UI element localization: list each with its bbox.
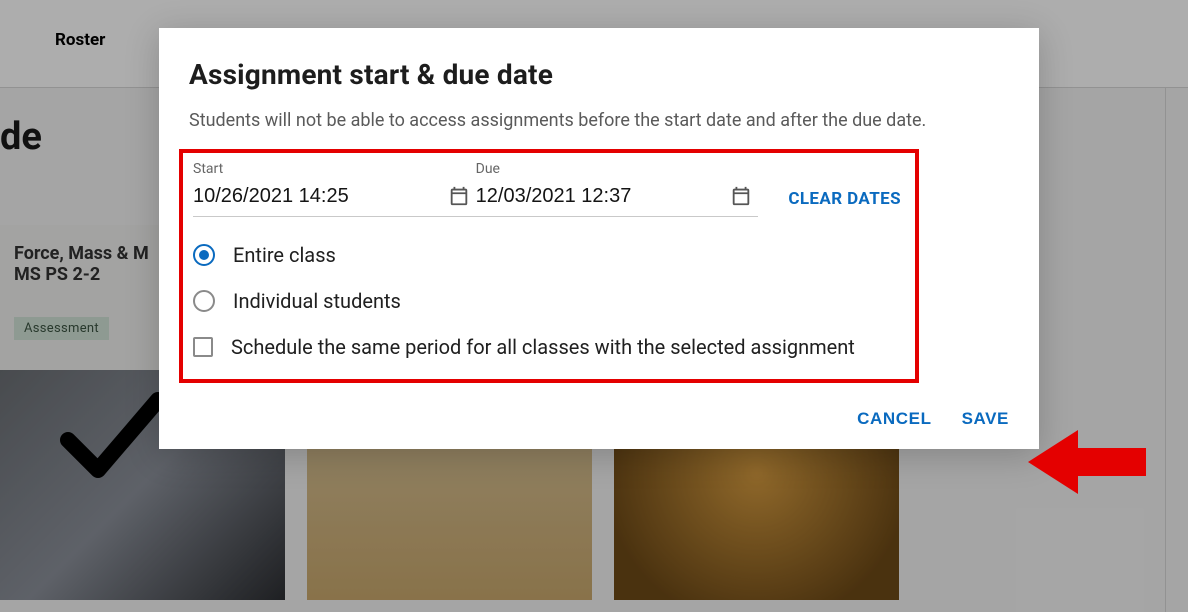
checkmark-icon [48, 380, 168, 504]
tab-roster[interactable]: Roster [55, 30, 105, 50]
save-button[interactable]: SAVE [962, 409, 1009, 429]
schedule-all-classes-label: Schedule the same period for all classes… [231, 335, 855, 359]
calendar-icon[interactable] [730, 185, 752, 207]
due-date-label: Due [476, 161, 759, 177]
modal-title: Assignment start & due date [189, 58, 1009, 91]
modal-description: Students will not be able to access assi… [189, 107, 1009, 135]
calendar-icon[interactable] [448, 185, 470, 207]
audience-radio-group: Entire class Individual students [193, 243, 901, 313]
annotation-arrow-icon [1028, 422, 1148, 502]
annotation-highlight-box: Start Due CLEAR DATES [179, 149, 919, 383]
due-date-input[interactable] [476, 185, 731, 208]
radio-individual-students[interactable] [193, 290, 215, 312]
assessment-badge: Assessment [14, 317, 109, 340]
right-divider [1165, 88, 1166, 612]
radio-entire-class-label: Entire class [233, 243, 336, 267]
page-title: de [0, 115, 42, 159]
assignment-date-modal: Assignment start & due date Students wil… [159, 28, 1039, 449]
radio-individual-students-label: Individual students [233, 289, 401, 313]
clear-dates-button[interactable]: CLEAR DATES [788, 189, 901, 209]
schedule-all-classes-checkbox[interactable] [193, 337, 213, 357]
start-date-column: Start [193, 161, 476, 217]
start-date-input[interactable] [193, 185, 448, 208]
due-date-column: Due [476, 161, 759, 217]
cancel-button[interactable]: CANCEL [857, 409, 931, 429]
start-date-label: Start [193, 161, 476, 177]
radio-entire-class[interactable] [193, 244, 215, 266]
